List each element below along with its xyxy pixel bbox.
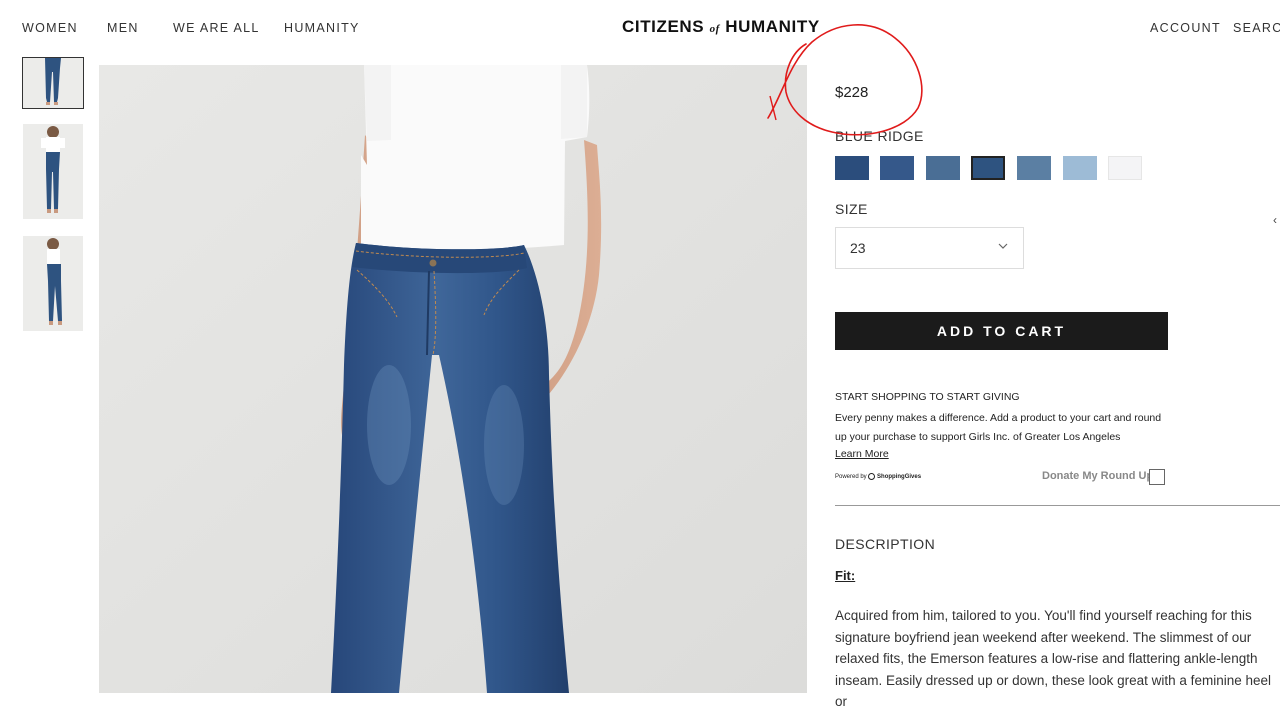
description-heading: DESCRIPTION xyxy=(835,536,936,552)
nav-women[interactable]: WOMEN xyxy=(22,21,78,35)
shoppinggives-logo-icon xyxy=(868,473,876,480)
nav-we-are-all[interactable]: WE ARE ALL xyxy=(173,21,260,35)
thumbnail-3[interactable] xyxy=(23,236,83,331)
product-price: $228 xyxy=(835,84,869,101)
chevron-left-icon[interactable]: ‹ xyxy=(1273,213,1277,227)
nav-search[interactable]: SEARCH xyxy=(1233,21,1280,35)
color-swatch-7[interactable] xyxy=(1108,156,1142,180)
giving-title: START SHOPPING TO START GIVING xyxy=(835,391,1020,403)
product-photo-jeans xyxy=(99,65,807,693)
color-swatch-2[interactable] xyxy=(880,156,914,180)
giving-text: Every penny makes a difference. Add a pr… xyxy=(835,412,1162,443)
color-swatch-4-selected[interactable] xyxy=(971,156,1005,180)
powered-by-label: Powered by xyxy=(835,474,867,481)
nav-humanity[interactable]: HUMANITY xyxy=(284,21,360,35)
add-to-cart-button[interactable]: ADD TO CART xyxy=(835,312,1168,350)
fit-label: Fit: xyxy=(835,568,856,583)
donate-label: Donate My Round Up xyxy=(1042,470,1154,482)
color-swatch-3[interactable] xyxy=(926,156,960,180)
logo-text-humanity: HUMANITY xyxy=(725,17,820,36)
chevron-down-icon xyxy=(998,243,1008,249)
section-divider xyxy=(835,505,1280,506)
thumbnail-2-image xyxy=(23,124,83,219)
logo-text-citizens: CITIZENS xyxy=(622,17,705,36)
site-logo[interactable]: CITIZENS of HUMANITY xyxy=(622,17,820,37)
thumbnail-1-image xyxy=(23,58,83,108)
site-header: WOMEN MEN WE ARE ALL HUMANITY CITIZENS o… xyxy=(0,0,1280,56)
powered-by: Powered by ShoppingGives xyxy=(835,473,921,480)
learn-more-link[interactable]: Learn More xyxy=(835,448,889,460)
thumbnail-3-image xyxy=(23,236,83,331)
powered-by-brand: ShoppingGives xyxy=(877,474,922,481)
logo-text-of: of xyxy=(709,23,720,35)
nav-men[interactable]: MEN xyxy=(107,21,139,35)
thumbnail-1[interactable] xyxy=(22,57,84,109)
donate-checkbox[interactable] xyxy=(1149,469,1165,485)
nav-account[interactable]: ACCOUNT xyxy=(1150,21,1221,35)
color-swatch-6[interactable] xyxy=(1063,156,1097,180)
color-swatch-5[interactable] xyxy=(1017,156,1051,180)
thumbnail-2[interactable] xyxy=(23,124,83,219)
size-select[interactable]: 23 xyxy=(835,227,1024,269)
description-text: Acquired from him, tailored to you. You'… xyxy=(835,608,1271,709)
color-name: BLUE RIDGE xyxy=(835,128,924,144)
color-swatch-1[interactable] xyxy=(835,156,869,180)
product-main-image[interactable] xyxy=(99,65,807,693)
size-select-value: 23 xyxy=(850,240,866,256)
size-label: SIZE xyxy=(835,201,868,217)
